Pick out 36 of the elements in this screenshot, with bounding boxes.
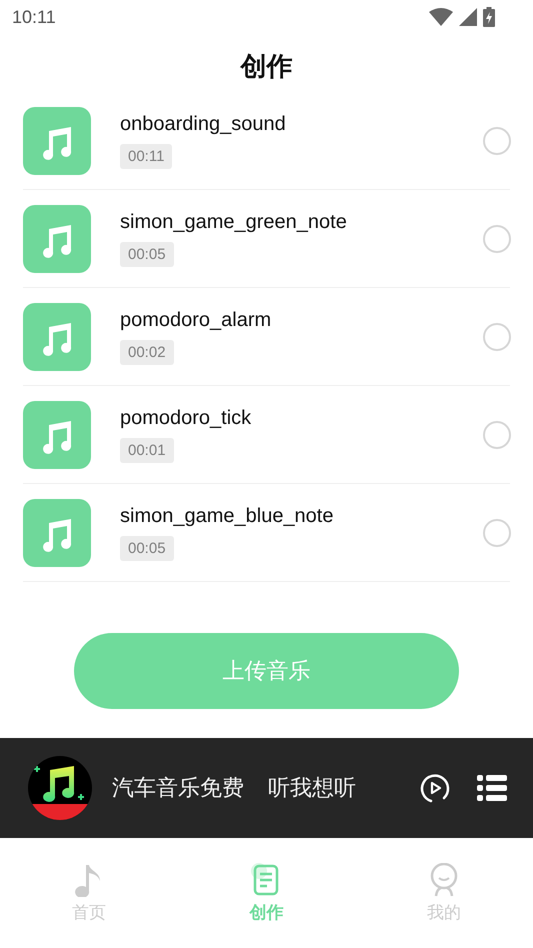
radio-button[interactable] bbox=[483, 224, 511, 252]
radio-button[interactable] bbox=[483, 126, 511, 154]
music-note-icon bbox=[23, 106, 91, 174]
track-row[interactable]: pomodoro_tick 00:01 bbox=[23, 386, 510, 484]
radio-button[interactable] bbox=[483, 518, 511, 546]
signal-icon bbox=[459, 8, 477, 26]
radio-button[interactable] bbox=[483, 420, 511, 448]
duration-label: 00:05 bbox=[120, 242, 174, 266]
track-name: simon_game_green_note bbox=[120, 210, 347, 234]
playlist-icon[interactable] bbox=[477, 774, 507, 802]
status-time: 10:11 bbox=[12, 6, 56, 28]
duration-label: 00:11 bbox=[120, 144, 172, 168]
track-row[interactable]: onboarding_sound 00:11 bbox=[23, 92, 510, 190]
page-title: 创作 bbox=[239, 51, 294, 84]
music-note-icon bbox=[23, 498, 91, 566]
duration-label: 00:05 bbox=[120, 536, 174, 560]
radio-button[interactable] bbox=[483, 322, 511, 350]
play-icon[interactable] bbox=[419, 772, 451, 804]
document-icon bbox=[251, 862, 282, 896]
song-subtitle: 听我想听 bbox=[268, 775, 356, 803]
wifi-icon bbox=[429, 8, 453, 26]
track-name: pomodoro_alarm bbox=[120, 308, 272, 332]
track-row[interactable]: simon_game_blue_note 00:05 bbox=[23, 484, 510, 582]
track-row[interactable]: simon_game_green_note 00:05 bbox=[23, 190, 510, 288]
track-name: onboarding_sound bbox=[120, 112, 286, 136]
song-title: 汽车音乐免费 bbox=[112, 775, 244, 803]
track-row[interactable]: pomodoro_alarm 00:02 bbox=[23, 288, 510, 386]
duration-label: 00:01 bbox=[120, 438, 174, 462]
track-name: simon_game_blue_note bbox=[120, 504, 334, 528]
music-note-icon bbox=[23, 302, 91, 370]
track-name: pomodoro_tick bbox=[120, 406, 252, 430]
duration-label: 00:02 bbox=[120, 340, 174, 364]
battery-icon bbox=[483, 7, 495, 27]
music-note-icon bbox=[23, 400, 91, 468]
music-note-icon bbox=[23, 204, 91, 272]
person-icon bbox=[429, 862, 460, 896]
